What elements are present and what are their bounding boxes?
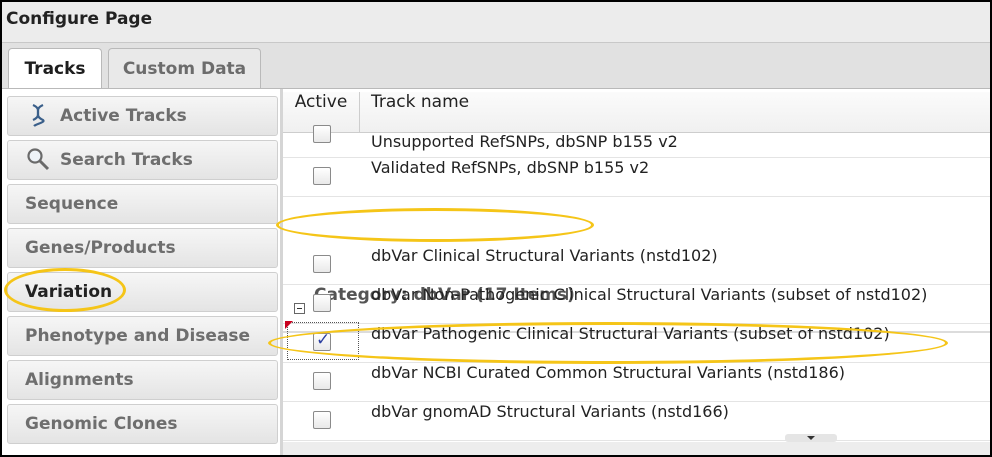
table-row[interactable]: dbVar Clinical Structural Variants (nstd…: [283, 246, 990, 285]
track-name: dbVar Non-Pathogenic Clinical Structural…: [371, 285, 928, 304]
table-row[interactable]: Unsupported RefSNPs, dbSNP b155 v2: [283, 125, 990, 158]
table-row[interactable]: Validated RefSNPs, dbSNP b155 v2: [283, 158, 990, 197]
table-row[interactable]: dbVar Pathogenic Clinical Structural Var…: [283, 321, 990, 363]
track-checkbox[interactable]: [313, 294, 331, 312]
configure-page-dialog: Configure Page Tracks Custom Data Active…: [0, 0, 992, 457]
dialog-title: Configure Page: [6, 9, 153, 29]
track-name: Unsupported RefSNPs, dbSNP b155 v2: [371, 132, 678, 151]
track-name: Validated RefSNPs, dbSNP b155 v2: [371, 158, 650, 177]
magnifier-icon: [27, 147, 50, 170]
modified-marker-icon: [285, 321, 293, 329]
sidebar-item-search-tracks[interactable]: Search Tracks: [7, 140, 278, 180]
sidebar-item-label: Search Tracks: [60, 150, 193, 170]
track-checkbox[interactable]: [313, 411, 331, 429]
sidebar-item-sequence[interactable]: Sequence: [7, 184, 278, 224]
track-name: dbVar gnomAD Structural Variants (nstd16…: [371, 402, 729, 421]
grid-header: Active Track name: [283, 92, 990, 133]
sidebar-item-genes-products[interactable]: Genes/Products: [7, 228, 278, 268]
track-checkbox[interactable]: [313, 372, 331, 390]
title-bar: Configure Page: [2, 2, 990, 43]
sidebar: Active Tracks Search Tracks Sequence Gen…: [2, 89, 280, 455]
grid-footer: [283, 442, 990, 455]
track-name: dbVar Pathogenic Clinical Structural Var…: [371, 324, 890, 343]
sidebar-item-variation[interactable]: Variation: [7, 272, 278, 312]
track-grid: Active Track name Unsupported RefSNPs, d…: [283, 89, 990, 455]
track-name: dbVar Clinical Structural Variants (nstd…: [371, 246, 718, 265]
scroll-down-icon[interactable]: [785, 434, 837, 442]
track-checkbox[interactable]: [313, 255, 331, 273]
tab-custom-data[interactable]: Custom Data: [108, 48, 261, 88]
table-row[interactable]: dbVar NCBI Curated Common Structural Var…: [283, 363, 990, 402]
sidebar-item-genomic-clones[interactable]: Genomic Clones: [7, 404, 278, 444]
column-header-track-name[interactable]: Track name: [371, 92, 469, 112]
track-name: dbVar NCBI Curated Common Structural Var…: [371, 363, 845, 382]
sidebar-item-active-tracks[interactable]: Active Tracks: [7, 96, 278, 136]
track-checkbox[interactable]: [313, 167, 331, 185]
table-row[interactable]: dbVar gnomAD Structural Variants (nstd16…: [283, 402, 990, 441]
table-row[interactable]: dbVar Non-Pathogenic Clinical Structural…: [283, 285, 990, 324]
tab-tracks[interactable]: Tracks: [8, 48, 102, 90]
track-checkbox-checked[interactable]: [313, 330, 331, 351]
dna-helix-icon: [32, 103, 45, 127]
sidebar-item-phenotype-and-disease[interactable]: Phenotype and Disease: [7, 316, 278, 356]
sidebar-item-label: Active Tracks: [60, 106, 187, 126]
sidebar-item-alignments[interactable]: Alignments: [7, 360, 278, 400]
track-checkbox[interactable]: [313, 125, 331, 143]
tab-strip: Tracks Custom Data: [2, 43, 990, 90]
